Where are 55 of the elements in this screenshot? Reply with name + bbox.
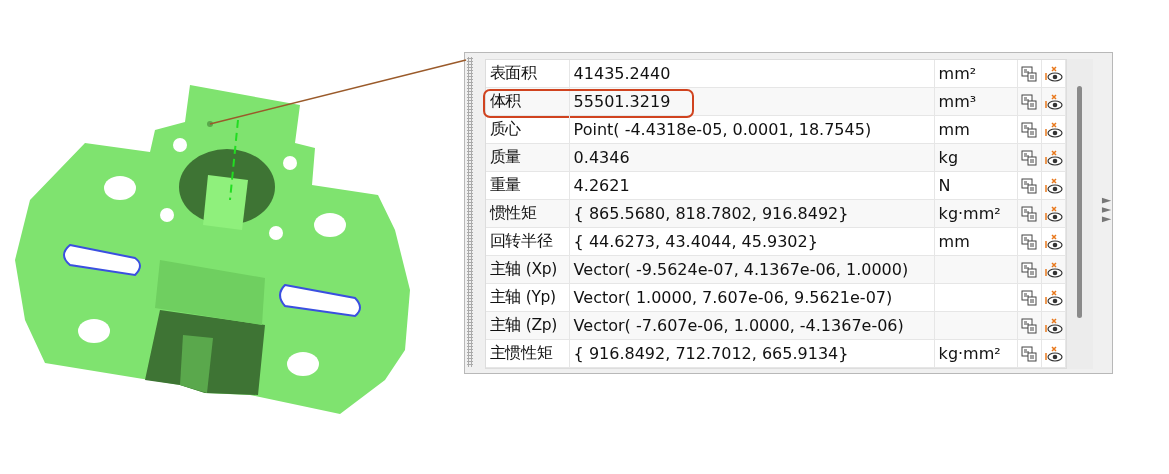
property-unit: N [934,172,1018,199]
property-value: Vector( -9.5624e-07, 4.1367e-06, 1.0000) [569,256,935,283]
export-icon[interactable] [1020,121,1037,138]
property-value: { 916.8492, 712.7012, 665.9134} [569,340,935,367]
property-value: 41435.2440 [569,60,935,87]
property-name: 表面积 [485,60,570,87]
property-value: Vector( 1.0000, 7.607e-06, 9.5621e-07) [569,284,935,311]
eye-icon[interactable] [1044,93,1063,110]
property-name: 体积 [485,88,570,115]
eye-icon[interactable] [1044,65,1063,82]
export-icon[interactable] [1020,345,1037,362]
property-unit: kg·mm² [934,340,1018,367]
eye-icon[interactable] [1044,205,1063,222]
export-icon[interactable] [1020,289,1037,306]
export-icon[interactable] [1020,93,1037,110]
eye-icon[interactable] [1044,233,1063,250]
property-unit: mm [934,116,1018,143]
property-unit: mm³ [934,88,1018,115]
property-value: 0.4346 [569,144,935,171]
eye-icon[interactable] [1044,317,1063,334]
property-unit: kg [934,144,1018,171]
property-value: { 865.5680, 818.7802, 916.8492} [569,200,935,227]
eye-icon[interactable] [1044,121,1063,138]
eye-icon[interactable] [1044,261,1063,278]
property-unit: mm² [934,60,1018,87]
property-name: 质量 [485,144,570,171]
property-value: 4.2621 [569,172,935,199]
export-icon[interactable] [1020,177,1037,194]
export-icon[interactable] [1020,205,1037,222]
property-value: Point( -4.4318e-05, 0.0001, 18.7545) [569,116,935,143]
scrollbar[interactable] [1066,59,1093,369]
property-name: 主惯性矩 [485,340,570,367]
eye-icon[interactable] [1044,177,1063,194]
property-name: 质心 [485,116,570,143]
eye-icon[interactable] [1044,345,1063,362]
property-value: 55501.3219 [569,88,935,115]
property-name: 重量 [485,172,570,199]
export-icon[interactable] [1020,233,1037,250]
property-name: 主轴 (Xp) [485,256,570,283]
property-name: 回转半径 [485,228,570,255]
property-value: Vector( -7.607e-06, 1.0000, -4.1367e-06) [569,312,935,339]
property-unit: mm [934,228,1018,255]
eye-icon[interactable] [1044,289,1063,306]
panel-grip[interactable] [467,57,473,367]
export-icon[interactable] [1020,317,1037,334]
eye-icon[interactable] [1044,149,1063,166]
property-value: { 44.6273, 43.4044, 45.9302} [569,228,935,255]
property-name: 主轴 (Zp) [485,312,570,339]
property-unit: kg·mm² [934,200,1018,227]
expand-arrows-icon[interactable] [1100,196,1112,224]
export-icon[interactable] [1020,149,1037,166]
property-name: 惯性矩 [485,200,570,227]
property-name: 主轴 (Yp) [485,284,570,311]
export-icon[interactable] [1020,65,1037,82]
export-icon[interactable] [1020,261,1037,278]
